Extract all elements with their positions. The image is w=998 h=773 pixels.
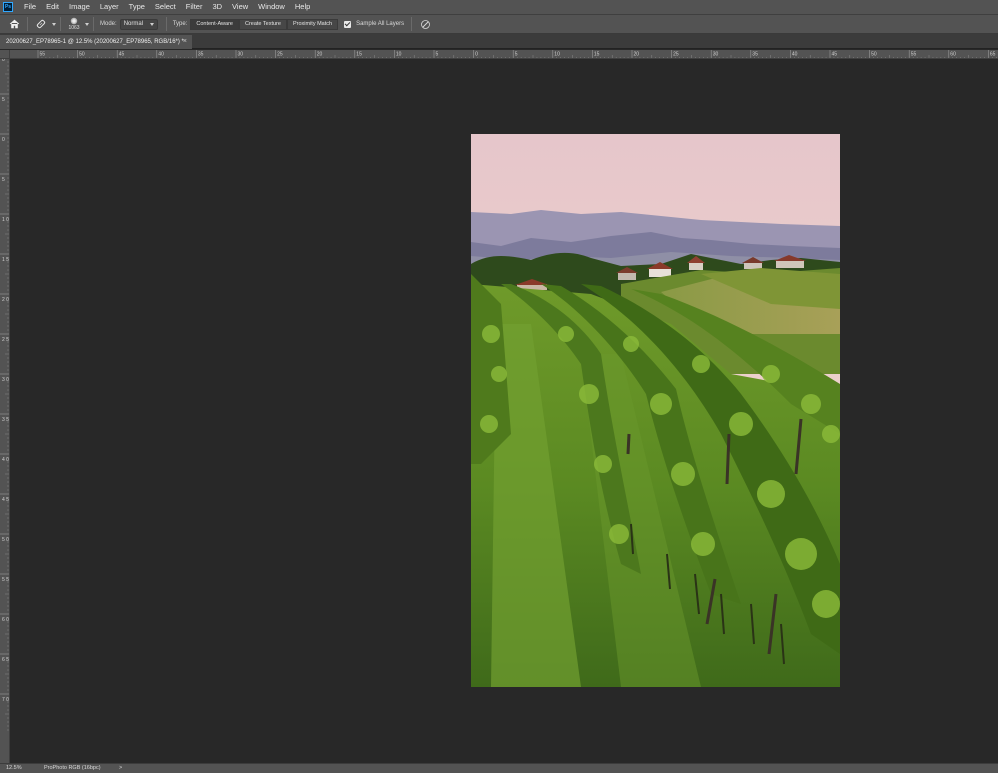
menu-help[interactable]: Help xyxy=(290,0,315,14)
document-image[interactable] xyxy=(471,134,840,687)
menu-bar: Ps File Edit Image Layer Type Select Fil… xyxy=(0,0,998,14)
mode-label: Mode: xyxy=(100,21,117,27)
type-label: Type: xyxy=(172,21,188,27)
brush-preset-picker[interactable]: 1063 xyxy=(65,17,83,31)
ruler-label: 65 xyxy=(990,52,996,58)
brush-tip-icon xyxy=(70,17,78,25)
menu-view[interactable]: View xyxy=(227,0,253,14)
mode-select[interactable]: Normal xyxy=(119,18,158,30)
ruler-label: 15 xyxy=(356,52,362,58)
type-create-texture-button[interactable]: Create Texture xyxy=(238,18,287,30)
ruler-label: 40 xyxy=(158,52,164,58)
ruler-label: 25 xyxy=(277,52,283,58)
ruler-label: 50 xyxy=(79,52,85,58)
home-icon[interactable] xyxy=(5,16,23,32)
ruler-label: 20 xyxy=(317,52,323,58)
ruler-label: 40 xyxy=(792,52,798,58)
status-menu-arrow[interactable]: > xyxy=(119,765,122,771)
menu-filter[interactable]: Filter xyxy=(181,0,208,14)
document-tab-bar: 20200627_EP78965-1 @ 12.5% (20200627_EP7… xyxy=(0,34,998,49)
type-content-aware-button[interactable]: Content-Aware xyxy=(190,18,239,30)
ruler-label: 25 xyxy=(673,52,679,58)
divider xyxy=(60,17,61,31)
menu-type[interactable]: Type xyxy=(124,0,150,14)
horizontal-ruler-ticks: 55 50 45 40 35 30 25 20 15 10 5 0 5 10 15 20 25 30 35 40 45 5… xyxy=(37,50,997,58)
menu-file[interactable]: File xyxy=(19,0,41,14)
zoom-level[interactable]: 12.5% xyxy=(6,765,22,771)
canvas-workspace[interactable] xyxy=(10,59,998,763)
vertical-ruler[interactable]: 05051 01 52 02 53 03 54 04 55 05 56 06 5… xyxy=(0,50,10,763)
ruler-label: 35 xyxy=(752,52,758,58)
menu-layer[interactable]: Layer xyxy=(95,0,124,14)
divider xyxy=(93,17,94,31)
ruler-label: 5 xyxy=(2,177,5,183)
divider xyxy=(27,17,28,31)
horizontal-ruler[interactable]: 55 50 45 40 35 30 25 20 15 10 5 0 5 10 15 20 25 30 35 40 45 5… xyxy=(10,50,998,59)
ruler-label: 55 xyxy=(40,52,46,58)
ruler-label: 35 xyxy=(198,52,204,58)
ruler-origin[interactable] xyxy=(0,50,10,59)
ruler-label: 0 xyxy=(2,137,5,143)
photoshop-logo-icon[interactable]: Ps xyxy=(3,2,13,12)
menu-3d[interactable]: 3D xyxy=(207,0,227,14)
ruler-label: 20 xyxy=(634,52,640,58)
ruler-label: 0 xyxy=(475,52,478,58)
menu-edit[interactable]: Edit xyxy=(41,0,64,14)
ruler-label: 45 xyxy=(832,52,838,58)
ruler-label: 5 xyxy=(515,52,518,58)
ruler-label: 30 xyxy=(238,52,244,58)
ruler-label: 5 xyxy=(2,97,5,103)
menu-window[interactable]: Window xyxy=(253,0,290,14)
vertical-ruler-ticks: 05051 01 52 02 53 03 54 04 55 05 56 06 5… xyxy=(0,53,9,731)
status-bar: 12.5% ProPhoto RGB (16bpc) > xyxy=(0,763,998,773)
type-segmented-control: Content-Aware Create Texture Proximity M… xyxy=(190,18,339,30)
vineyard-photo xyxy=(471,134,840,687)
sample-all-layers-label: Sample All Layers xyxy=(356,21,405,27)
ruler-label: 60 xyxy=(950,52,956,58)
pressure-size-icon[interactable] xyxy=(416,16,434,32)
ruler-label: 10 xyxy=(554,52,560,58)
close-icon[interactable]: × xyxy=(183,35,187,49)
chevron-down-icon[interactable] xyxy=(85,22,89,26)
sample-all-layers-checkbox[interactable] xyxy=(344,20,352,28)
ruler-label: 5 xyxy=(436,52,439,58)
options-bar: 1063 Mode: Normal Type: Content-Aware Cr… xyxy=(0,14,998,34)
menu-select[interactable]: Select xyxy=(150,0,181,14)
spot-healing-brush-icon[interactable] xyxy=(32,16,50,32)
divider xyxy=(411,17,413,31)
document-tab-title: 20200627_EP78965-1 @ 12.5% (20200627_EP7… xyxy=(6,39,184,45)
ruler-label: 50 xyxy=(871,52,877,58)
ruler-label: 45 xyxy=(119,52,125,58)
ruler-label: 55 xyxy=(911,52,917,58)
divider xyxy=(165,17,167,31)
chevron-down-icon[interactable] xyxy=(52,22,56,26)
color-profile: ProPhoto RGB (16bpc) xyxy=(44,765,101,771)
ruler-label: 30 xyxy=(713,52,719,58)
ruler-label: 15 xyxy=(594,52,600,58)
menu-image[interactable]: Image xyxy=(64,0,95,14)
document-tab[interactable]: 20200627_EP78965-1 @ 12.5% (20200627_EP7… xyxy=(0,35,192,49)
ruler-label: 10 xyxy=(396,52,402,58)
type-proximity-match-button[interactable]: Proximity Match xyxy=(286,18,339,30)
brush-size-value: 1063 xyxy=(68,25,80,31)
